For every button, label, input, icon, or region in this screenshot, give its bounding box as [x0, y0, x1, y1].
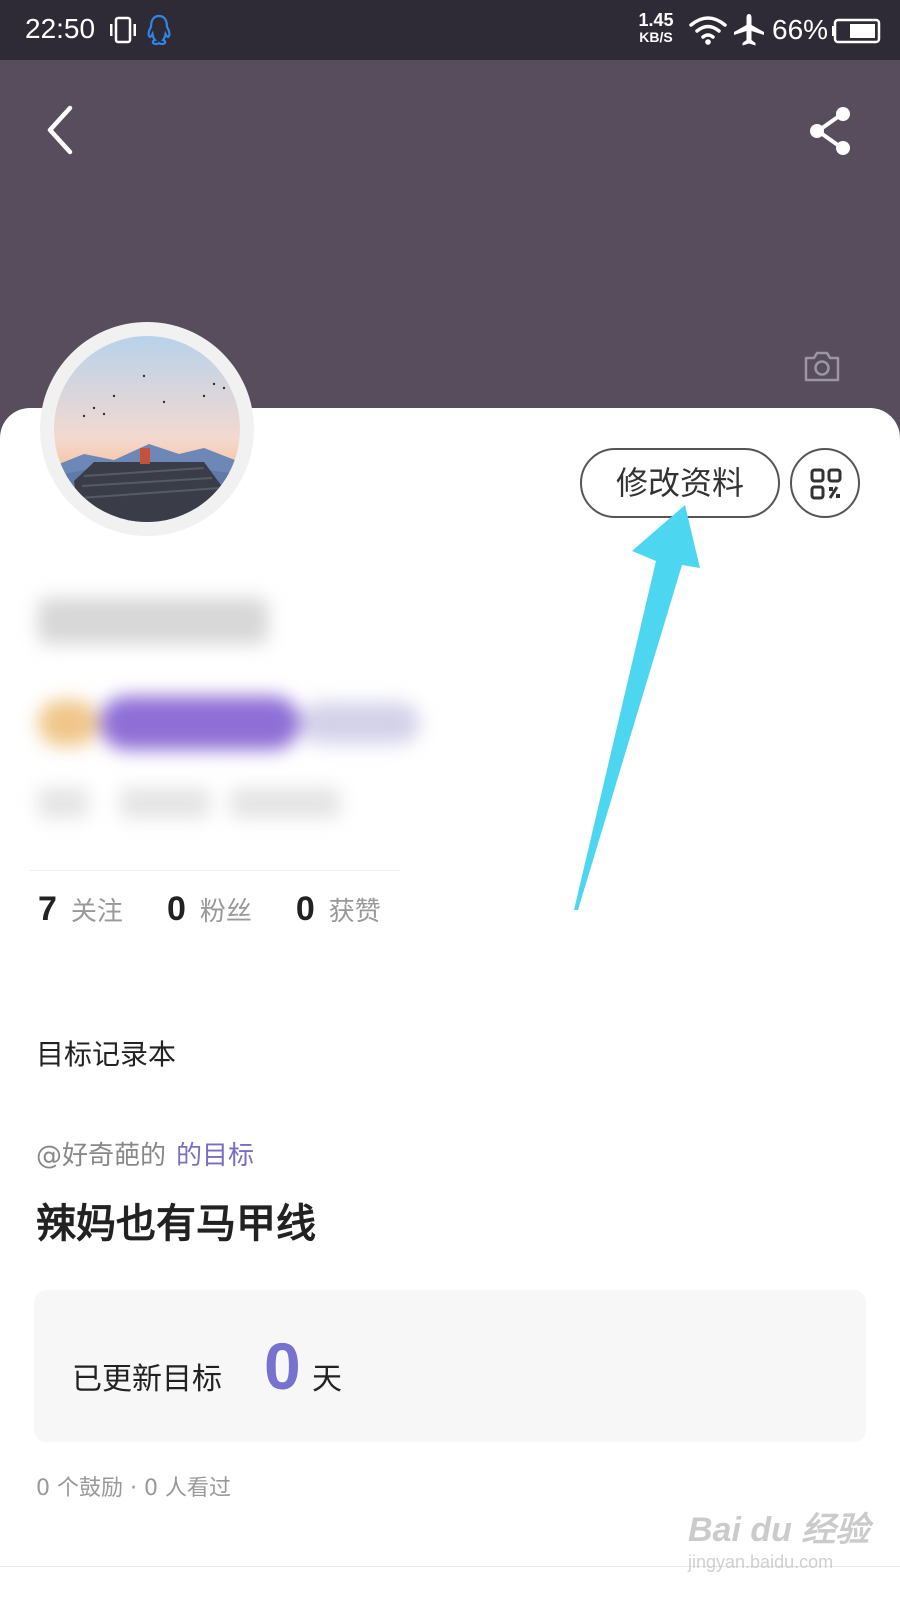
back-arrow-icon[interactable] — [36, 100, 86, 160]
section-title: 目标记录本 — [36, 1038, 177, 1071]
stat-label: 粉丝 — [199, 897, 252, 927]
redacted-meta — [38, 788, 88, 818]
avatar-image — [54, 336, 240, 522]
watermark-brand: Bai du 经验 — [688, 1511, 870, 1549]
goal-updated-label: 已更新目标 — [72, 1362, 222, 1397]
goal-updated-unit: 天 — [312, 1362, 342, 1397]
status-time: 22:50 — [25, 13, 96, 44]
redacted-username — [38, 598, 268, 644]
watermark-url: jingyan.baidu.com — [688, 1552, 834, 1572]
qrcode-icon — [810, 468, 842, 500]
airplane-icon — [734, 14, 764, 46]
stat-label: 关注 — [70, 897, 123, 927]
goal-meta: 0 个鼓励 · 0 人看过 — [36, 1476, 231, 1501]
stat-following[interactable]: 7 关注 — [38, 890, 123, 929]
divider — [30, 870, 400, 871]
redacted-meta — [230, 788, 340, 818]
baidu-watermark: Bai du 经验 jingyan.baidu.com — [688, 1502, 888, 1582]
avatar[interactable] — [40, 322, 254, 536]
profile-stats: 7 关注 0 粉丝 0 获赞 — [38, 890, 425, 940]
redacted-badge — [38, 700, 98, 746]
vibrate-icon — [110, 16, 136, 44]
wifi-icon — [689, 16, 727, 45]
stat-label: 获赞 — [328, 897, 381, 927]
status-bar: 22:50 1.45 KB/S 66% — [0, 0, 900, 60]
goal-owner: @好奇葩的 的目标 — [36, 1138, 254, 1174]
goal-owner-suffix: 的目标 — [176, 1141, 255, 1171]
stat-likes[interactable]: 0 获赞 — [296, 890, 381, 929]
qq-icon — [147, 14, 171, 46]
battery-percentage: 66% — [772, 14, 829, 45]
goal-progress-box[interactable]: 已更新目标 0 天 — [34, 1290, 866, 1442]
camera-icon[interactable] — [802, 348, 842, 384]
redacted-badge — [300, 702, 420, 744]
goal-owner-name[interactable]: @好奇葩的 — [36, 1141, 166, 1171]
network-speed: 1.45 KB/S — [638, 10, 674, 45]
share-icon[interactable] — [806, 104, 856, 158]
qrcode-button[interactable] — [790, 448, 860, 518]
stat-fans[interactable]: 0 粉丝 — [167, 890, 252, 929]
goal-title[interactable]: 辣妈也有马甲线 — [36, 1196, 316, 1252]
annotation-arrow — [574, 505, 700, 910]
goal-updated-days: 0 — [264, 1329, 301, 1403]
battery-icon — [832, 18, 881, 44]
stat-number: 7 — [38, 890, 57, 928]
redacted-meta — [120, 788, 210, 818]
redacted-user-info — [20, 580, 440, 860]
redacted-badge — [100, 696, 300, 750]
stat-number: 0 — [295, 890, 315, 928]
stat-number: 0 — [166, 890, 186, 928]
